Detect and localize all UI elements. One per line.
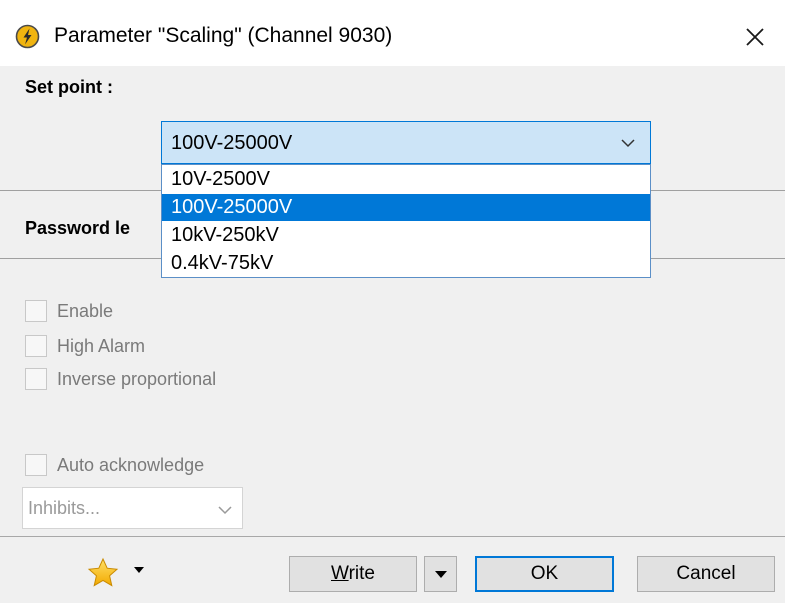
title-bar: Parameter "Scaling" (Channel 9030) [0,0,785,66]
star-icon [87,557,119,587]
caret-down-icon[interactable] [134,567,144,574]
auto-acknowledge-label: Auto acknowledge [57,455,205,475]
ok-button[interactable]: OK [475,556,614,592]
option-10kv-250kv[interactable]: 10kV-250kV [162,222,650,249]
write-options-button[interactable] [424,556,457,592]
option-100v-25000v[interactable]: 100V-25000V [162,194,650,221]
inhibits-value: Inhibits... [28,498,101,518]
password-level-label: Password le [25,218,131,238]
write-mnemonic: W [331,563,349,584]
enable-label: Enable [57,301,114,321]
write-button[interactable]: Write [289,556,417,592]
set-point-label: Set point : [25,77,113,97]
set-point-selected-value: 100V-25000V [171,132,293,154]
inverse-proportional-checkbox[interactable] [25,368,47,390]
option-10v-2500v[interactable]: 10V-2500V [162,166,650,193]
cancel-button[interactable]: Cancel [637,556,775,592]
enable-checkbox[interactable] [25,300,47,322]
set-point-dropdown[interactable]: 100V-25000V [161,121,651,164]
chevron-down-icon [621,139,635,148]
high-alarm-label: High Alarm [57,336,146,356]
write-label: rite [348,563,375,584]
high-alarm-checkbox[interactable] [25,335,47,357]
option-0-4kv-75kv[interactable]: 0.4kV-75kV [162,250,650,277]
auto-acknowledge-checkbox[interactable] [25,454,47,476]
close-button[interactable] [735,17,775,57]
inhibits-dropdown[interactable]: Inhibits... [22,487,243,529]
inverse-proportional-label: Inverse proportional [57,369,217,389]
window-title: Parameter "Scaling" (Channel 9030) [54,24,393,47]
caret-down-icon [434,571,447,578]
set-point-options-list: 10V-2500V 100V-25000V 10kV-250kV 0.4kV-7… [161,164,651,278]
chevron-down-icon [218,506,232,515]
favorite-button[interactable] [87,557,119,589]
lightning-bolt-icon [15,24,40,49]
close-icon [746,28,764,46]
